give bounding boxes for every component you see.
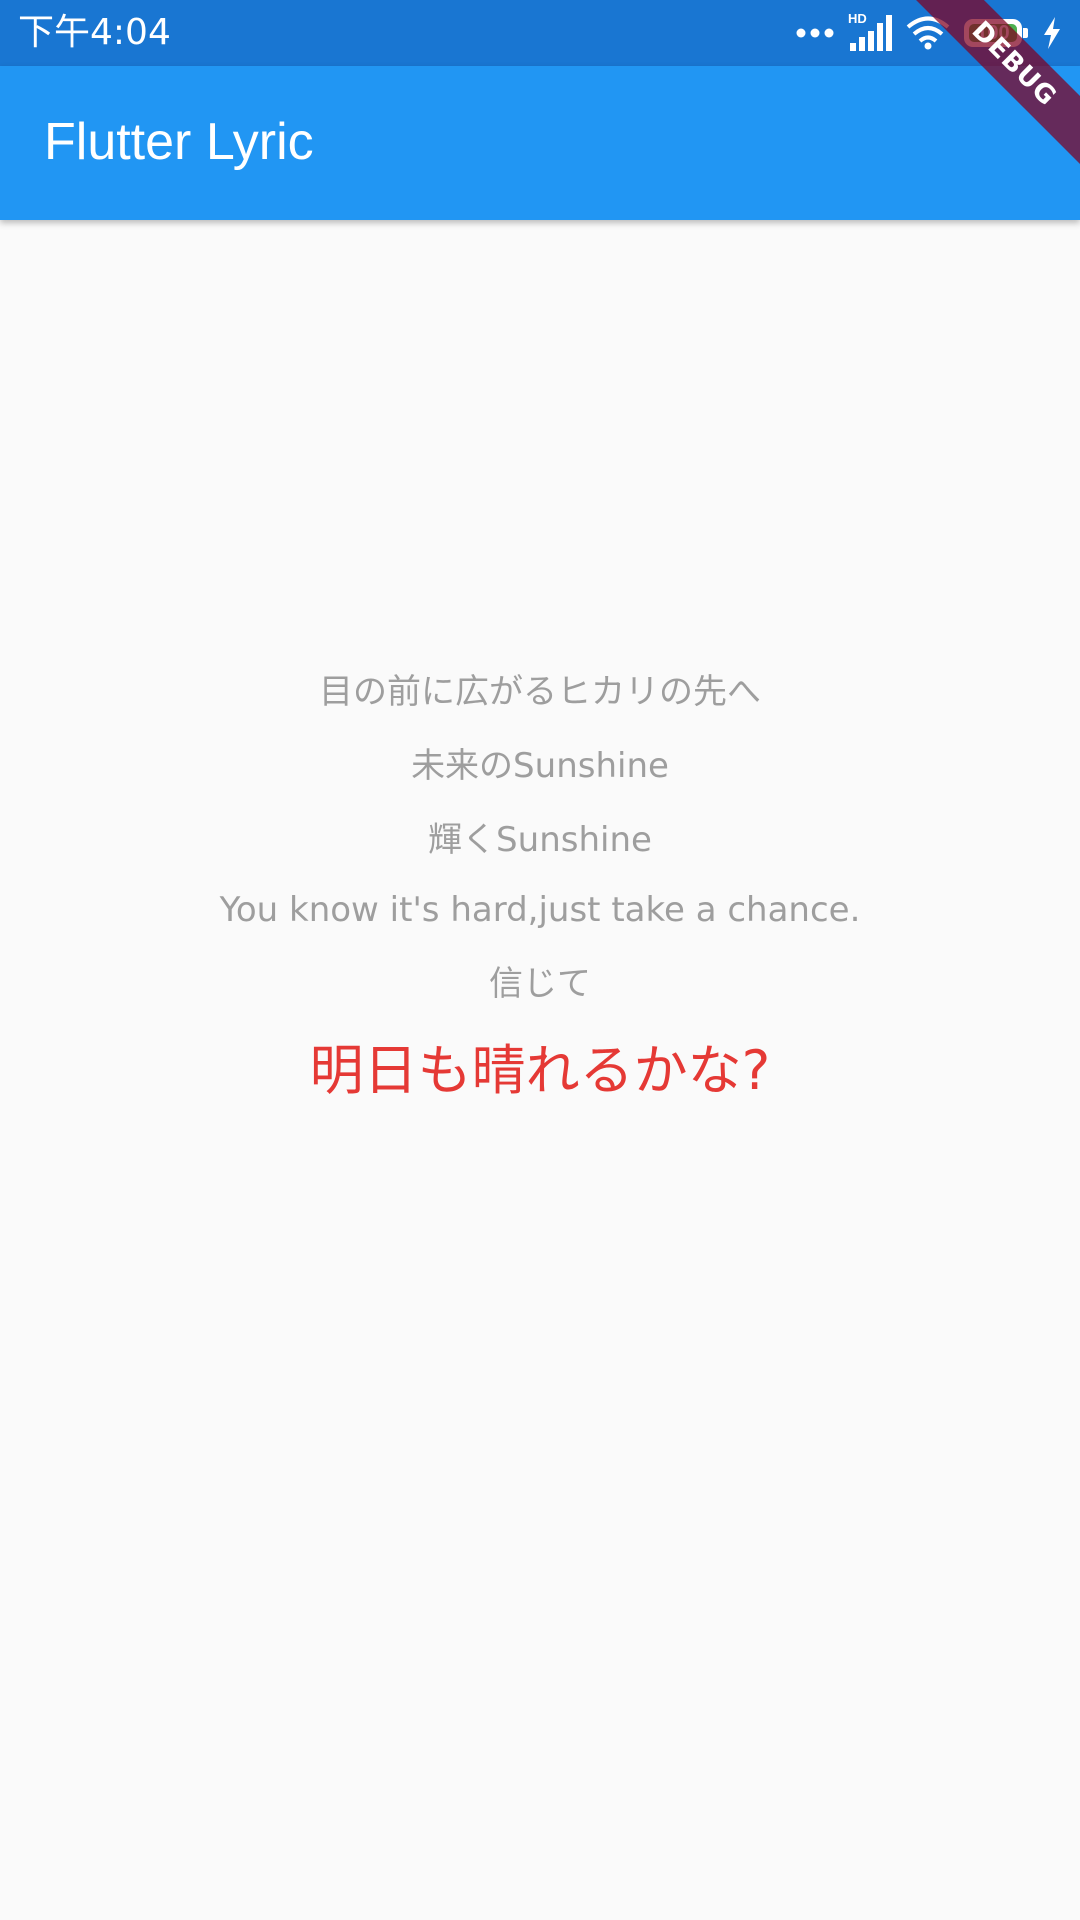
lyric-view[interactable]: 目の前に広がるヒカリの先へ 未来のSunshine 輝くSunshine You… — [0, 220, 1080, 1920]
status-icons: HD 100 — [796, 10, 1062, 56]
screen: 下午4:04 HD 100 Flutter Lyric DEBUG 目の前に広が… — [0, 0, 1080, 1920]
lyric-line: 目の前に広がるヒカリの先へ — [319, 672, 761, 712]
app-title: Flutter Lyric — [44, 113, 314, 171]
battery-icon: 100 — [964, 19, 1028, 47]
lyric-line: You know it's hard,just take a chance. — [219, 890, 861, 930]
signal-icon: HD — [848, 11, 892, 53]
current-lyric-line: 明日も晴れるかな? — [309, 1039, 771, 1102]
status-time: 下午4:04 — [18, 12, 171, 53]
lyric-line: 未来のSunshine — [411, 746, 669, 786]
status-bar: 下午4:04 HD 100 — [0, 0, 1080, 66]
dots-icon — [796, 27, 834, 39]
wifi-icon — [906, 16, 950, 50]
battery-level: 100 — [976, 22, 1010, 44]
charging-icon — [1042, 16, 1062, 50]
lyric-line: 信じて — [489, 964, 591, 1004]
lyric-line: 輝くSunshine — [428, 820, 652, 860]
app-bar: Flutter Lyric — [0, 66, 1080, 220]
